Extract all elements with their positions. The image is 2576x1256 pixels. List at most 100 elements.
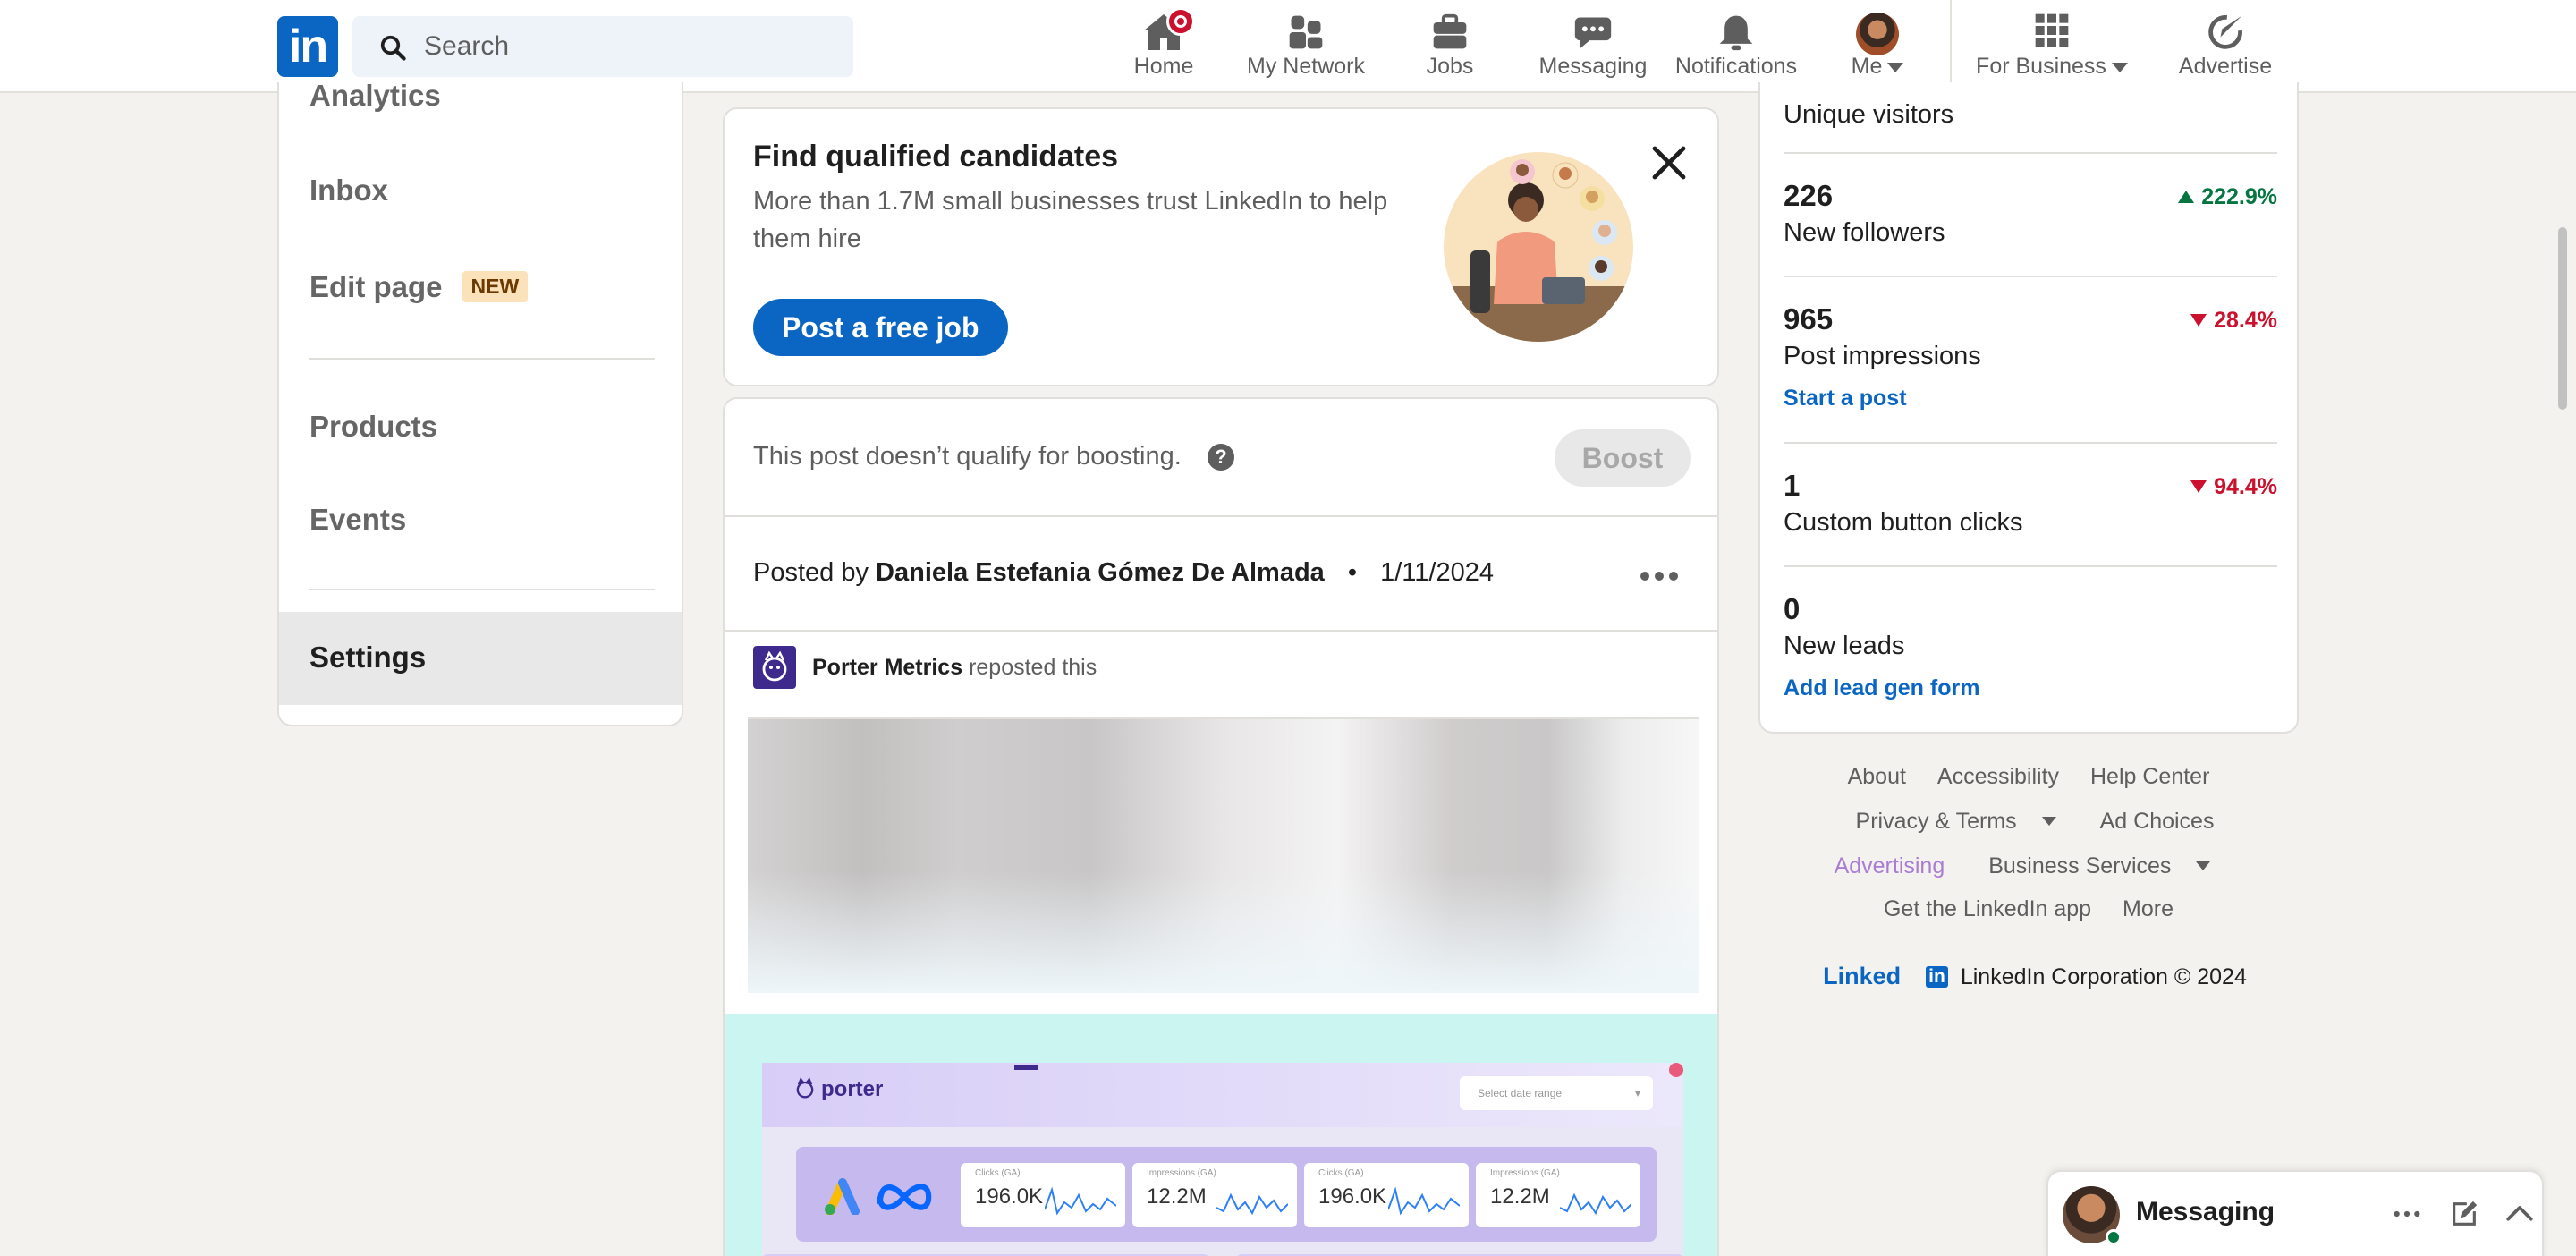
stat-new-followers[interactable]: 226 New followers 222.9% xyxy=(1784,179,2277,248)
stat-custom-button-clicks[interactable]: 1 Custom button clicks 94.4% xyxy=(1784,469,2277,538)
nav-me-label-wrap: Me xyxy=(1837,54,1918,80)
post-free-job-button[interactable]: Post a free job xyxy=(753,299,1008,356)
sparkline xyxy=(1216,1192,1288,1216)
nav-jobs[interactable]: Jobs xyxy=(1417,7,1483,88)
linkedin-wordmark-box: in xyxy=(1926,966,1948,988)
stat-post-impressions[interactable]: 965 Post impressions Start a post 28.4% xyxy=(1784,302,2277,412)
search-box[interactable] xyxy=(352,16,853,77)
post-author[interactable]: Daniela Estefania Gómez De Almada xyxy=(876,558,1325,587)
boost-button[interactable]: Boost xyxy=(1555,429,1690,487)
more-options-icon[interactable] xyxy=(2392,1199,2422,1229)
footer-help-center-link[interactable]: Help Center xyxy=(2090,764,2209,789)
porter-metrics-logo[interactable] xyxy=(753,646,796,689)
footer-row: Get the LinkedIn app More xyxy=(1758,896,2299,922)
nav-for-business[interactable]: For Business xyxy=(1968,7,2136,88)
repost-line: Porter Metrics reposted this xyxy=(812,655,1097,681)
nav-divider xyxy=(1950,0,1952,93)
nav-for-business-label: For Business xyxy=(1976,54,2106,79)
sparkline xyxy=(1388,1186,1460,1216)
footer-more-link[interactable]: More xyxy=(2123,896,2174,921)
kpi-card: Impressions (GA) 12.2M xyxy=(1476,1163,1640,1227)
nav-my-network-label: My Network xyxy=(1247,54,1365,79)
compose-icon[interactable] xyxy=(2449,1199,2479,1229)
footer-get-app-link[interactable]: Get the LinkedIn app xyxy=(1884,896,2091,921)
boost-note: This post doesn’t qualify for boosting. xyxy=(753,442,1182,471)
sidebar-item-inbox[interactable]: Inbox xyxy=(309,174,388,208)
footer-row: Privacy & Terms Ad Choices xyxy=(1758,809,2299,835)
kpi-label: Clicks (GA) xyxy=(975,1168,1021,1178)
new-badge: NEW xyxy=(462,271,529,302)
footer-about-link[interactable]: About xyxy=(1848,764,1906,789)
hiring-illustration xyxy=(1444,152,1633,342)
linkedin-logo[interactable]: in xyxy=(277,16,338,77)
kpi-card: Clicks (GA) 196.0K xyxy=(961,1163,1125,1227)
sidebar-item-edit-page[interactable]: Edit page NEW xyxy=(309,270,529,304)
messaging-overlay-bar[interactable]: Messaging xyxy=(2046,1170,2544,1256)
footer-advertising-link[interactable]: Advertising xyxy=(1835,853,1945,878)
footer-business-services[interactable]: Business Services xyxy=(1976,853,2223,878)
footer-privacy-terms[interactable]: Privacy & Terms xyxy=(1843,809,2069,834)
sidebar-item-analytics[interactable]: Analytics xyxy=(309,82,441,113)
left-sidebar: Analytics Inbox Edit page NEW Products Ev… xyxy=(277,82,683,726)
reposter-name[interactable]: Porter Metrics xyxy=(812,655,962,680)
porter-brand-text: porter xyxy=(821,1077,884,1101)
bell-icon xyxy=(1719,15,1753,51)
stat-label: Custom button clicks xyxy=(1784,508,2023,537)
kpi-label: Clicks (GA) xyxy=(1318,1168,1364,1178)
nav-home[interactable]: Home xyxy=(1125,7,1202,88)
nav-my-network[interactable]: My Network xyxy=(1243,7,1368,88)
stat-value: 0 xyxy=(1784,592,1801,625)
sidebar-item-products[interactable]: Products xyxy=(309,410,437,444)
stat-label: New followers xyxy=(1784,218,1945,247)
chevron-up-icon[interactable] xyxy=(2504,1199,2535,1229)
google-ads-icon xyxy=(823,1175,866,1219)
sidebar-item-settings[interactable]: Settings xyxy=(309,641,426,675)
more-options-icon[interactable] xyxy=(1640,569,1683,585)
footer-accessibility-link[interactable]: Accessibility xyxy=(1937,764,2059,789)
linkedin-wordmark: Linked in xyxy=(1810,963,1961,989)
chevron-down-icon xyxy=(1887,62,1904,72)
footer-row: About Accessibility Help Center xyxy=(1758,764,2299,790)
hiring-promo-card: Find qualified candidates More than 1.7M… xyxy=(723,107,1719,386)
stat-new-leads[interactable]: 0 New leads Add lead gen form xyxy=(1784,592,2277,701)
divider xyxy=(724,515,1717,517)
blurred-post-image[interactable] xyxy=(748,717,1699,993)
nav-notifications[interactable]: Notifications xyxy=(1669,7,1803,88)
kpi-value: 12.2M xyxy=(1490,1184,1550,1209)
linkedin-wordmark-text: Linked xyxy=(1823,963,1902,989)
arrow-up-icon xyxy=(2178,191,2195,203)
nav-me[interactable]: Me xyxy=(1837,7,1918,88)
sidebar-item-events[interactable]: Events xyxy=(309,503,406,537)
footer-ad-choices-link[interactable]: Ad Choices xyxy=(2100,809,2215,834)
footer-copyright-row: Linked in LinkedIn Corporation © 2024 xyxy=(1758,963,2299,990)
nav-advertise[interactable]: Advertise xyxy=(2168,7,2283,88)
nav-messaging[interactable]: Messaging xyxy=(1533,7,1653,88)
kpi-label: Impressions (GA) xyxy=(1490,1168,1560,1178)
close-icon[interactable] xyxy=(1648,141,1690,184)
chevron-down-icon xyxy=(2041,817,2056,826)
sidebar-divider xyxy=(309,358,655,360)
kpi-value: 196.0K xyxy=(1318,1184,1387,1209)
help-icon[interactable]: ? xyxy=(1208,444,1234,471)
sidebar-item-label: Edit page xyxy=(309,270,443,303)
stat-label: Unique visitors xyxy=(1784,100,1954,129)
kpi-value: 196.0K xyxy=(975,1184,1044,1209)
decoration xyxy=(1014,1065,1038,1070)
stat-unique-visitors[interactable]: Unique visitors xyxy=(1784,95,2277,130)
start-a-post-link[interactable]: Start a post xyxy=(1784,386,2277,412)
kpi-label: Impressions (GA) xyxy=(1147,1168,1216,1178)
kpi-value: 12.2M xyxy=(1147,1184,1207,1209)
nav-for-business-label-wrap: For Business xyxy=(1968,54,2136,80)
stat-change-value: 222.9% xyxy=(2201,184,2277,209)
post-date: 1/11/2024 xyxy=(1380,558,1494,587)
posted-by-prefix: Posted by xyxy=(753,558,869,587)
search-input[interactable] xyxy=(424,16,835,77)
page-scrollbar-thumb[interactable] xyxy=(2558,227,2567,410)
repost-suffix: reposted this xyxy=(969,655,1097,680)
add-lead-gen-form-link[interactable]: Add lead gen form xyxy=(1784,675,2277,701)
stat-label: New leads xyxy=(1784,632,1905,660)
nav-home-label: Home xyxy=(1133,54,1194,79)
kpi-card: Clicks (GA) 196.0K xyxy=(1304,1163,1469,1227)
chevron-down-icon xyxy=(2196,861,2211,870)
nav-notifications-label: Notifications xyxy=(1674,54,1798,79)
